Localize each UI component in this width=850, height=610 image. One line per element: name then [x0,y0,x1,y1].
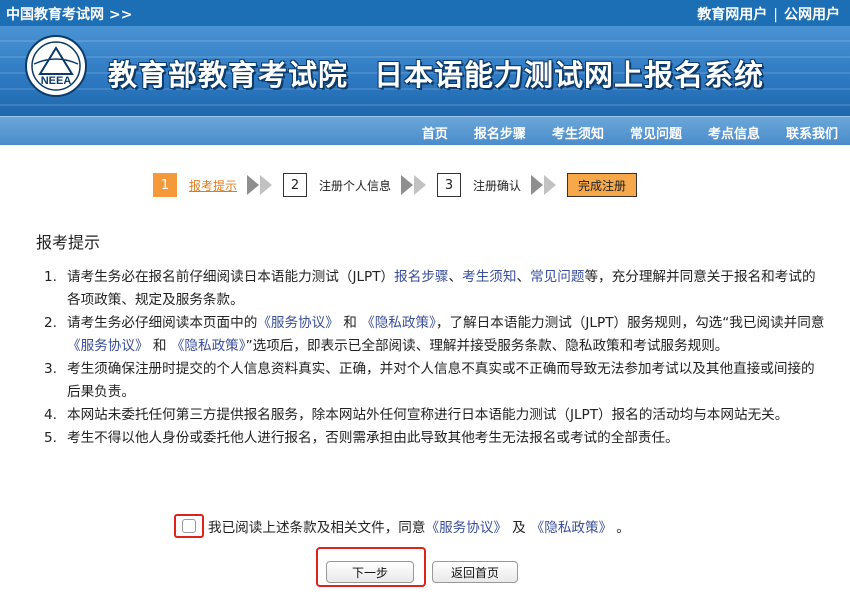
public-user-link[interactable]: 公网用户 [784,7,840,23]
privacy-policy-link[interactable]: 《隐私政策》 [361,315,436,331]
agreement-checkbox[interactable] [182,519,196,533]
agreement-row: 我已阅读上述条款及相关文件，同意 《服务协议》 及 《隐私政策》 。 [174,513,630,539]
faq-link[interactable]: 常见问题 [530,269,584,285]
banner-title-org: 教育部教育考试院 [108,58,349,92]
nav-home[interactable]: 首页 [422,123,448,142]
user-type-links: 教育网用户 | 公网用户 [697,4,840,24]
banner: NEEA 教育部教育考试院 日本语能力测试网上报名系统 [0,26,850,116]
service-agreement-link[interactable]: 《服务协议》 [426,516,508,536]
edu-user-link[interactable]: 教育网用户 [697,7,767,23]
nav-contact-us[interactable]: 联系我们 [786,123,838,142]
next-button[interactable]: 下一步 [326,561,414,583]
step-arrow-icon [401,175,427,195]
candidate-notice-link[interactable]: 考生须知 [462,269,516,285]
step-arrow-icon [531,175,557,195]
step-1-label[interactable]: 报考提示 [189,177,237,194]
privacy-policy-link[interactable]: 《隐私政策》 [171,338,246,354]
step-indicator: 1 报考提示 2 注册个人信息 3 注册确认 完成注册 [153,172,638,198]
back-home-button[interactable]: 返回首页 [432,561,518,583]
step-finish-label: 完成注册 [567,173,638,197]
agreement-label: 我已阅读上述条款及相关文件，同意 [208,520,426,536]
logo-text: NEEA [41,75,72,87]
user-separator: | [773,7,778,23]
list-item: 1. 请考生务必在报名前仔细阅读日本语能力测试（JLPT）报名步骤、考生须知、常… [44,269,816,308]
nav-candidate-notice[interactable]: 考生须知 [552,123,604,142]
top-bar: 中国教育考试网 >> 教育网用户 | 公网用户 [0,0,850,26]
site-home-link[interactable]: 中国教育考试网 >> [6,4,132,24]
step-arrow-icon [247,175,273,195]
neea-logo: NEEA [25,35,87,97]
list-item: 3. 考生须确保注册时提交的个人信息资料真实、正确，并对个人信息不真实或不正确而导… [44,361,815,400]
main-nav: 首页 报名步骤 考生须知 常见问题 考点信息 联系我们 [0,116,850,145]
nav-registration-steps[interactable]: 报名步骤 [474,123,526,142]
step-2-label: 注册个人信息 [319,178,392,193]
list-item: 2. 请考生务必仔细阅读本页面中的《服务协议》 和 《隐私政策》，了解日本语能力… [44,315,825,354]
step-3-number: 3 [437,173,462,197]
nav-faq[interactable]: 常见问题 [630,123,682,142]
registration-steps-link[interactable]: 报名步骤 [394,269,448,285]
agreement-checkbox-highlight [174,514,204,538]
step-2-number: 2 [283,173,308,197]
terms-list: 1. 请考生务必在报名前仔细阅读日本语能力测试（JLPT）报名步骤、考生须知、常… [36,266,826,450]
step-1-number: 1 [153,173,177,197]
step-3-label: 注册确认 [473,178,522,193]
service-agreement-link[interactable]: 《服务协议》 [67,338,149,354]
page-title: 报考提示 [36,233,101,252]
nav-test-site-info[interactable]: 考点信息 [708,123,760,142]
list-item: 4. 本网站未委托任何第三方提供报名服务，除本网站外任何宣称进行日本语能力测试（J… [44,407,789,423]
service-agreement-link[interactable]: 《服务协议》 [257,315,339,331]
privacy-policy-link[interactable]: 《隐私政策》 [531,516,613,536]
banner-title: 教育部教育考试院 日本语能力测试网上报名系统 [108,52,764,94]
list-item: 5. 考生不得以他人身份或委托他人进行报名，否则需承担由此导致其他考生无法报名或考… [44,430,679,446]
banner-title-system: 日本语能力测试网上报名系统 [374,58,765,92]
